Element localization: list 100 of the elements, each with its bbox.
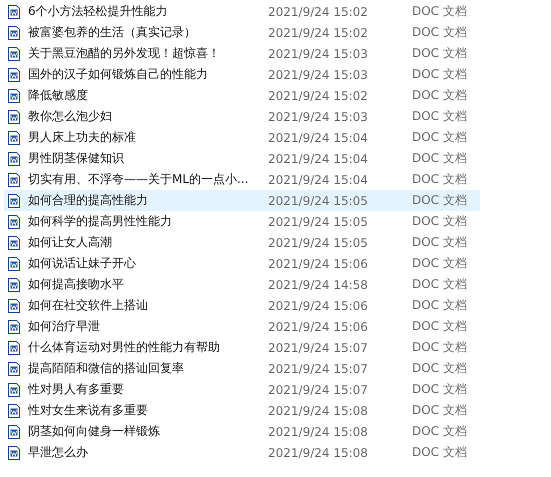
file-type: DOC 文档 bbox=[412, 360, 467, 377]
word-document-icon bbox=[8, 68, 20, 82]
file-row[interactable]: 如何合理的提高性能力 2021/9/24 15:05 DOC 文档 bbox=[4, 190, 480, 211]
file-row[interactable]: 关于黑豆泡醋的另外发现！超惊喜！ 2021/9/24 15:03 DOC 文档 bbox=[4, 43, 480, 64]
file-name: 如何说话让妹子开心 bbox=[28, 255, 137, 272]
file-type: DOC 文档 bbox=[412, 108, 467, 125]
file-type: DOC 文档 bbox=[412, 66, 467, 83]
file-type: DOC 文档 bbox=[412, 423, 467, 440]
modified-date: 2021/9/24 15:08 bbox=[268, 404, 369, 418]
file-type: DOC 文档 bbox=[412, 45, 467, 62]
modified-date: 2021/9/24 15:06 bbox=[268, 298, 369, 312]
word-document-icon bbox=[8, 4, 20, 18]
file-row[interactable]: 男性阴茎保健知识 2021/9/24 15:04 DOC 文档 bbox=[4, 148, 480, 169]
file-row[interactable]: 性对女生来说有多重要 2021/9/24 15:08 DOC 文档 bbox=[4, 400, 480, 421]
word-document-icon bbox=[8, 172, 20, 186]
file-name: 阴茎如何向健身一样锻炼 bbox=[28, 423, 161, 440]
word-document-icon bbox=[8, 236, 20, 250]
modified-date: 2021/9/24 15:03 bbox=[268, 110, 369, 124]
word-document-icon bbox=[8, 88, 20, 102]
file-row[interactable]: 早泄怎么办 2021/9/24 15:08 DOC 文档 bbox=[4, 442, 480, 463]
word-document-icon bbox=[8, 320, 20, 334]
file-row[interactable]: 降低敏感度 2021/9/24 15:02 DOC 文档 bbox=[4, 85, 480, 106]
modified-date: 2021/9/24 15:07 bbox=[268, 382, 369, 396]
file-row[interactable]: 如何治疗早泄 2021/9/24 15:06 DOC 文档 bbox=[4, 316, 480, 337]
modified-date: 2021/9/24 15:08 bbox=[268, 446, 369, 460]
file-row[interactable]: 如何说话让妹子开心 2021/9/24 15:06 DOC 文档 bbox=[4, 253, 480, 274]
file-name: 被富婆包养的生活（真实记录） bbox=[28, 24, 197, 41]
word-document-icon bbox=[8, 278, 20, 292]
file-type: DOC 文档 bbox=[412, 444, 467, 461]
modified-date: 2021/9/24 15:02 bbox=[268, 26, 369, 40]
file-name: 降低敏感度 bbox=[28, 87, 89, 104]
file-name: 如何治疗早泄 bbox=[28, 318, 101, 335]
file-name: 6个小方法轻松提升性能力 bbox=[28, 3, 169, 20]
file-type: DOC 文档 bbox=[412, 192, 467, 209]
word-document-icon bbox=[8, 110, 20, 124]
file-name: 男人床上功夫的标准 bbox=[28, 129, 137, 146]
modified-date: 2021/9/24 15:02 bbox=[268, 4, 369, 18]
file-name: 提高陌陌和微信的搭讪回复率 bbox=[28, 360, 185, 377]
word-document-icon bbox=[8, 256, 20, 270]
modified-date: 2021/9/24 15:06 bbox=[268, 256, 369, 270]
file-row[interactable]: 男人床上功夫的标准 2021/9/24 15:04 DOC 文档 bbox=[4, 127, 480, 148]
file-type: DOC 文档 bbox=[412, 171, 467, 188]
word-document-icon bbox=[8, 424, 20, 438]
file-row[interactable]: 被富婆包养的生活（真实记录） 2021/9/24 15:02 DOC 文档 bbox=[4, 22, 480, 43]
word-document-icon bbox=[8, 446, 20, 460]
file-row[interactable]: 什么体育运动对男性的性能力有帮助 2021/9/24 15:07 DOC 文档 bbox=[4, 337, 480, 358]
file-row[interactable]: 国外的汉子如何锻炼自己的性能力 2021/9/24 15:03 DOC 文档 bbox=[4, 64, 480, 85]
word-document-icon bbox=[8, 46, 20, 60]
word-document-icon bbox=[8, 382, 20, 396]
modified-date: 2021/9/24 15:04 bbox=[268, 152, 369, 166]
modified-date: 2021/9/24 15:05 bbox=[268, 236, 369, 250]
file-type: DOC 文档 bbox=[412, 3, 467, 20]
modified-date: 2021/9/24 15:03 bbox=[268, 68, 369, 82]
file-name: 如何合理的提高性能力 bbox=[28, 192, 149, 209]
file-row[interactable]: 如何科学的提高男性性能力 2021/9/24 15:05 DOC 文档 bbox=[4, 211, 480, 232]
file-row[interactable]: 切实有用、不浮夸——关于ML的一点小... 2021/9/24 15:04 DOC 文档 bbox=[4, 169, 480, 190]
modified-date: 2021/9/24 15:04 bbox=[268, 130, 369, 144]
word-document-icon bbox=[8, 214, 20, 228]
modified-date: 2021/9/24 15:05 bbox=[268, 214, 369, 228]
modified-date: 2021/9/24 15:03 bbox=[268, 46, 369, 60]
word-document-icon bbox=[8, 340, 20, 354]
file-name: 早泄怎么办 bbox=[28, 444, 89, 461]
modified-date: 2021/9/24 15:04 bbox=[268, 172, 369, 186]
file-type: DOC 文档 bbox=[412, 255, 467, 272]
file-row[interactable]: 提高陌陌和微信的搭讪回复率 2021/9/24 15:07 DOC 文档 bbox=[4, 358, 480, 379]
file-name: 如何提高接吻水平 bbox=[28, 276, 125, 293]
file-type: DOC 文档 bbox=[412, 297, 467, 314]
modified-date: 2021/9/24 15:05 bbox=[268, 194, 369, 208]
word-document-icon bbox=[8, 152, 20, 166]
file-name: 国外的汉子如何锻炼自己的性能力 bbox=[28, 66, 209, 83]
modified-date: 2021/9/24 15:07 bbox=[268, 362, 369, 376]
word-document-icon bbox=[8, 130, 20, 144]
file-name: 如何在社交软件上搭讪 bbox=[28, 297, 149, 314]
file-name: 如何科学的提高男性性能力 bbox=[28, 213, 173, 230]
file-type: DOC 文档 bbox=[412, 213, 467, 230]
file-row[interactable]: 6个小方法轻松提升性能力 2021/9/24 15:02 DOC 文档 bbox=[4, 1, 480, 22]
modified-date: 2021/9/24 15:07 bbox=[268, 340, 369, 354]
file-row[interactable]: 如何在社交软件上搭讪 2021/9/24 15:06 DOC 文档 bbox=[4, 295, 480, 316]
file-name: 切实有用、不浮夸——关于ML的一点小... bbox=[28, 171, 250, 188]
file-name: 如何让女人高潮 bbox=[28, 234, 113, 251]
file-name: 教你怎么泡少妇 bbox=[28, 108, 113, 125]
modified-date: 2021/9/24 14:58 bbox=[268, 278, 369, 292]
file-row[interactable]: 阴茎如何向健身一样锻炼 2021/9/24 15:08 DOC 文档 bbox=[4, 421, 480, 442]
file-name: 性对女生来说有多重要 bbox=[28, 402, 149, 419]
file-type: DOC 文档 bbox=[412, 129, 467, 146]
file-type: DOC 文档 bbox=[412, 276, 467, 293]
file-row[interactable]: 如何提高接吻水平 2021/9/24 14:58 DOC 文档 bbox=[4, 274, 480, 295]
file-type: DOC 文档 bbox=[412, 381, 467, 398]
file-name: 性对男人有多重要 bbox=[28, 381, 125, 398]
modified-date: 2021/9/24 15:06 bbox=[268, 320, 369, 334]
file-row[interactable]: 如何让女人高潮 2021/9/24 15:05 DOC 文档 bbox=[4, 232, 480, 253]
file-row[interactable]: 性对男人有多重要 2021/9/24 15:07 DOC 文档 bbox=[4, 379, 480, 400]
file-type: DOC 文档 bbox=[412, 87, 467, 104]
word-document-icon bbox=[8, 194, 20, 208]
word-document-icon bbox=[8, 362, 20, 376]
file-type: DOC 文档 bbox=[412, 402, 467, 419]
file-row[interactable]: 教你怎么泡少妇 2021/9/24 15:03 DOC 文档 bbox=[4, 106, 480, 127]
file-name: 关于黑豆泡醋的另外发现！超惊喜！ bbox=[28, 45, 221, 62]
modified-date: 2021/9/24 15:08 bbox=[268, 424, 369, 438]
file-type: DOC 文档 bbox=[412, 150, 467, 167]
